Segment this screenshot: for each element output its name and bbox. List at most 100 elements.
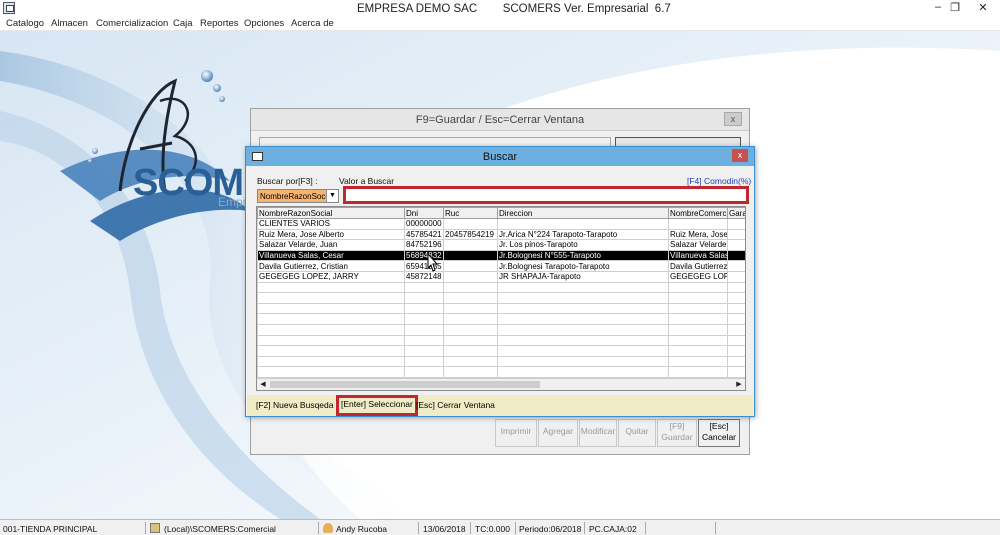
table-cell[interactable]	[443, 260, 498, 272]
table-row[interactable]	[257, 355, 745, 368]
table-cell[interactable]	[404, 281, 444, 294]
table-cell[interactable]: 84752196	[404, 239, 444, 251]
table-cell[interactable]: JR SHAPAJA-Tarapoto	[497, 270, 669, 283]
column-header[interactable]: NombreRazonSocial	[257, 207, 405, 219]
horizontal-scrollbar[interactable]: ◀ ▶	[257, 378, 745, 390]
modificar-button[interactable]: Modificar	[579, 419, 617, 447]
table-cell[interactable]	[443, 355, 498, 368]
table-cell[interactable]	[497, 302, 669, 315]
table-row[interactable]: Davila Gutierrez, Cristian 65941235 Jr.Bol…	[257, 260, 745, 272]
table-cell[interactable]	[727, 270, 745, 283]
column-header[interactable]: NombreComercial	[668, 207, 728, 219]
table-cell[interactable]	[443, 218, 498, 230]
menu-reportes[interactable]: Reportes	[200, 18, 239, 29]
column-header[interactable]: Direccion	[497, 207, 669, 219]
table-row[interactable]	[257, 323, 745, 336]
table-cell[interactable]	[497, 323, 669, 336]
table-cell[interactable]	[257, 313, 405, 325]
table-cell[interactable]	[668, 355, 728, 368]
quitar-button[interactable]: Quitar	[618, 419, 656, 447]
table-cell[interactable]	[668, 281, 728, 294]
table-cell[interactable]: Davila Gutierrez, Cristian	[257, 260, 405, 272]
column-header[interactable]: Gara	[727, 207, 745, 219]
table-cell[interactable]: Jr.Arica N°224 Tarapoto-Tarapoto	[497, 228, 669, 241]
table-cell[interactable]	[727, 323, 745, 336]
table-cell[interactable]	[497, 218, 669, 230]
scroll-thumb[interactable]	[270, 381, 540, 388]
table-cell[interactable]: Villanueva Salas	[668, 249, 728, 262]
table-cell[interactable]	[727, 313, 745, 325]
table-cell[interactable]: Villanueva Salas, Cesar	[257, 249, 405, 262]
table-cell[interactable]	[443, 366, 498, 378]
table-row[interactable]	[257, 366, 745, 378]
table-cell[interactable]: Ruiz Mera, Jose Alberto	[257, 228, 405, 241]
table-cell[interactable]: Salazar Velarde,	[668, 239, 728, 251]
table-cell[interactable]: Ruiz Mera, Jose	[668, 228, 728, 241]
buscar-por-select[interactable]: NombreRazonSocial ▼	[257, 189, 339, 203]
table-cell[interactable]	[497, 281, 669, 294]
table-cell[interactable]	[727, 218, 745, 230]
table-cell[interactable]: 45785421	[404, 228, 444, 241]
table-cell[interactable]	[727, 302, 745, 315]
imprimir-button[interactable]: Imprimir	[495, 419, 537, 447]
menu-acerca-de[interactable]: Acerca de	[291, 18, 334, 29]
table-cell[interactable]	[404, 302, 444, 315]
search-input[interactable]	[343, 186, 749, 204]
table-row[interactable]: GEGEGEG LOPEZ, JARRY 45872148 JR SHAPAJA-T…	[257, 270, 745, 283]
table-cell[interactable]: GEGEGEG LOPEZ	[668, 270, 728, 283]
table-cell[interactable]: 20457854219	[443, 228, 498, 241]
results-grid[interactable]: NombreRazonSocial Dni Ruc Direccion Nomb…	[256, 206, 746, 391]
table-cell[interactable]	[668, 334, 728, 347]
table-cell[interactable]	[443, 313, 498, 325]
table-cell[interactable]	[443, 334, 498, 347]
table-cell[interactable]	[497, 334, 669, 347]
table-cell[interactable]	[404, 366, 444, 378]
close-icon[interactable]: x	[724, 112, 742, 126]
table-cell[interactable]	[257, 292, 405, 304]
table-cell[interactable]	[727, 249, 745, 262]
table-cell[interactable]	[497, 292, 669, 304]
table-cell[interactable]	[727, 355, 745, 368]
table-cell[interactable]	[404, 345, 444, 357]
cerrar-ventana-hint[interactable]: [Esc] Cerrar Ventana	[416, 400, 495, 410]
table-cell[interactable]	[443, 292, 498, 304]
table-cell[interactable]: 00000000	[404, 218, 444, 230]
cancelar-button[interactable]: [Esc] Cancelar	[698, 419, 740, 447]
table-row[interactable]: Ruiz Mera, Jose Alberto 45785421 204578542…	[257, 228, 745, 241]
table-cell[interactable]	[497, 366, 669, 378]
table-row[interactable]	[257, 345, 745, 357]
table-cell[interactable]	[257, 302, 405, 315]
table-cell[interactable]	[404, 323, 444, 336]
table-cell[interactable]: CLIENTES VARIOS	[257, 218, 405, 230]
table-cell[interactable]	[443, 270, 498, 283]
chevron-down-icon[interactable]: ▼	[326, 190, 338, 202]
table-cell[interactable]	[727, 228, 745, 241]
table-cell[interactable]	[727, 334, 745, 347]
app-icon[interactable]	[3, 2, 15, 14]
table-cell[interactable]: Salazar Velarde, Juan	[257, 239, 405, 251]
table-cell[interactable]	[257, 366, 405, 378]
table-row[interactable]	[257, 292, 745, 304]
table-row[interactable]: Salazar Velarde, Juan 84752196 Jr. Los pin…	[257, 239, 745, 251]
table-cell[interactable]	[443, 281, 498, 294]
table-cell[interactable]: Jr.Bolognesi N°555-Tarapoto	[497, 249, 669, 262]
table-cell[interactable]	[443, 345, 498, 357]
table-cell[interactable]	[668, 323, 728, 336]
table-cell[interactable]	[257, 345, 405, 357]
table-cell[interactable]	[727, 281, 745, 294]
column-header[interactable]: Dni	[404, 207, 444, 219]
guardar-button[interactable]: [F9] Guardar	[657, 419, 697, 447]
table-row[interactable]: Villanueva Salas, Cesar 56894832 Jr.Bologn…	[257, 249, 745, 262]
table-cell[interactable]	[668, 366, 728, 378]
table-cell[interactable]	[257, 355, 405, 368]
table-row[interactable]	[257, 302, 745, 315]
table-cell[interactable]	[443, 239, 498, 251]
menu-caja[interactable]: Caja	[173, 18, 193, 29]
table-cell[interactable]	[497, 345, 669, 357]
table-cell[interactable]	[668, 292, 728, 304]
table-cell[interactable]	[497, 313, 669, 325]
restore-icon[interactable]: ❐	[945, 1, 965, 14]
table-cell[interactable]	[727, 239, 745, 251]
table-cell[interactable]: 45872148	[404, 270, 444, 283]
table-row[interactable]	[257, 281, 745, 294]
